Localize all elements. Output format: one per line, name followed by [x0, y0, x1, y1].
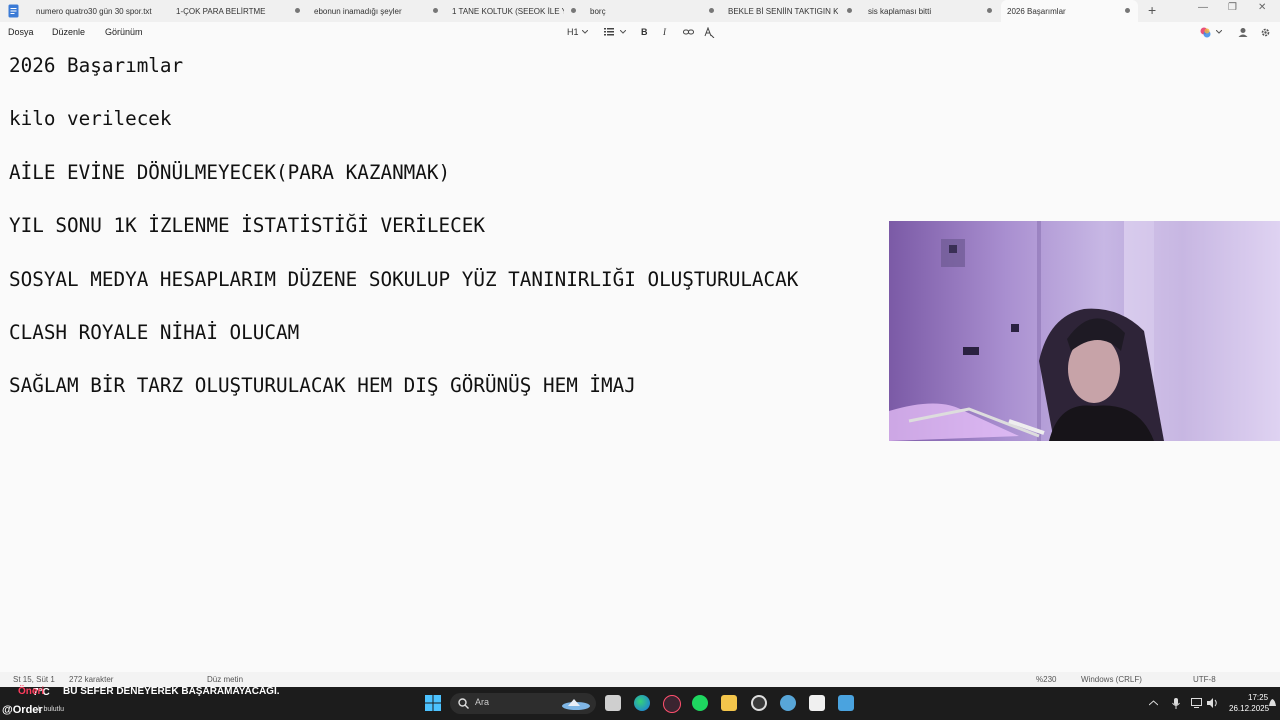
character-count: 272 karakter: [69, 675, 114, 684]
chevron-down-icon: [620, 30, 626, 34]
italic-button[interactable]: I: [663, 27, 666, 37]
file-explorer-icon[interactable]: [721, 695, 737, 711]
document-line: 2026 Başarımlar: [9, 54, 184, 77]
maximize-button[interactable]: ❐: [1228, 2, 1237, 13]
unsaved-dot-icon: [1125, 8, 1130, 13]
tab-cok-para[interactable]: 1-ÇOK PARA BELİRTME: [170, 0, 308, 22]
tab-label: 1-ÇOK PARA BELİRTME: [176, 6, 266, 16]
zoom-level[interactable]: %230: [1036, 675, 1056, 684]
chevron-down-icon: [1216, 30, 1222, 34]
webcam-feed-image: [889, 221, 1280, 441]
tab-2026-basarimlar[interactable]: 2026 Başarımlar: [1001, 0, 1138, 22]
text-format[interactable]: Düz metin: [207, 675, 243, 684]
menu-edit[interactable]: Düzenle: [52, 27, 85, 37]
menu-file[interactable]: Dosya: [8, 27, 34, 37]
clear-formatting-icon[interactable]: [704, 27, 715, 38]
document-line: SAĞLAM BİR TARZ OLUŞTURULACAK HEM DIŞ GÖ…: [9, 374, 636, 397]
tab-label: BEKLE Bİ SENİİN TAKTIGIN KUL: [728, 6, 838, 16]
tab-label: 1 TANE KOLTUK (SEEOK İLE YAI: [452, 6, 564, 16]
encoding[interactable]: UTF-8: [1193, 675, 1216, 684]
steam-icon[interactable]: [751, 695, 767, 711]
windows-start-icon[interactable]: [425, 695, 441, 711]
cursor-position: St 15, Süt 1: [13, 675, 55, 684]
menu-bar: Dosya Düzenle Görünüm H1 B I: [0, 22, 1280, 44]
network-globe-icon[interactable]: [780, 695, 796, 711]
search-placeholder: Ara: [475, 697, 490, 707]
copilot-icon[interactable]: [1200, 27, 1211, 38]
tab-borc[interactable]: borç: [584, 0, 722, 22]
chevron-up-icon[interactable]: [1149, 700, 1158, 706]
tab-label: ebonun inamadığı şeyler: [314, 6, 402, 16]
bold-button[interactable]: B: [641, 27, 648, 37]
speaker-icon[interactable]: [1207, 698, 1218, 708]
document-line: SOSYAL MEDYA HESAPLARIM DÜZENE SOKULUP Y…: [9, 268, 799, 291]
tab-ebonun[interactable]: ebonun inamadığı şeyler: [308, 0, 446, 22]
tab-bekle[interactable]: BEKLE Bİ SENİİN TAKTIGIN KUL: [722, 0, 860, 22]
unsaved-dot-icon: [433, 8, 438, 13]
menu-view[interactable]: Görünüm: [105, 27, 143, 37]
tab-label: borç: [590, 6, 606, 16]
clock-date[interactable]: 26.12.2025: [1229, 704, 1269, 713]
tab-label: sis kaplaması bitti: [868, 6, 932, 16]
minimize-button[interactable]: —: [1198, 2, 1208, 13]
app-window-icon[interactable]: [809, 695, 825, 711]
heading-dropdown[interactable]: H1: [567, 27, 579, 37]
tab-koltuk[interactable]: 1 TANE KOLTUK (SEEOK İLE YAI: [446, 0, 584, 22]
account-icon[interactable]: [1238, 27, 1248, 38]
close-button[interactable]: ✕: [1258, 2, 1266, 13]
weather-description: k bulutlu: [38, 706, 65, 713]
list-icon[interactable]: [604, 28, 614, 36]
search-icon: [458, 698, 469, 709]
notification-bell-icon[interactable]: [1268, 698, 1277, 708]
status-bar: St 15, Süt 1 272 karakter Düz metin %230…: [0, 672, 1280, 687]
tab-bar: numero quatro30 gün 30 spor.txt 1-ÇOK PA…: [0, 0, 1280, 22]
display-icon[interactable]: [1191, 698, 1202, 708]
unsaved-dot-icon: [571, 8, 576, 13]
notepad-taskbar-icon[interactable]: [838, 695, 854, 711]
unsaved-dot-icon: [295, 8, 300, 13]
clock-time[interactable]: 17:25: [1248, 693, 1268, 702]
spotify-icon[interactable]: [692, 695, 708, 711]
line-ending[interactable]: Windows (CRLF): [1081, 675, 1142, 684]
stream-message: BU SEFER DENEYEREK BAŞARAMAYACAĞI.: [63, 686, 280, 697]
tab-sis[interactable]: sis kaplaması bitti: [862, 0, 1000, 22]
tab-label: 2026 Başarımlar: [1007, 6, 1066, 16]
taskbar-search-box[interactable]: Ara: [450, 693, 596, 714]
notepad-icon: [8, 4, 19, 18]
new-tab-button[interactable]: +: [1148, 2, 1156, 18]
stream-handle: @Order: [2, 704, 43, 716]
webcam-overlay: [889, 221, 1280, 441]
opera-browser-icon[interactable]: [663, 695, 681, 713]
microphone-icon[interactable]: [1172, 698, 1180, 709]
document-line: CLASH ROYALE NİHAİ OLUCAM: [9, 321, 300, 344]
unsaved-dot-icon: [709, 8, 714, 13]
task-view-icon[interactable]: [605, 695, 621, 711]
edge-browser-icon[interactable]: [634, 695, 650, 711]
unsaved-dot-icon: [987, 8, 992, 13]
stream-highlight-label: Öneri: [18, 686, 45, 697]
chevron-down-icon: [582, 30, 588, 34]
tab-numero-quatro[interactable]: numero quatro30 gün 30 spor.txt: [30, 0, 170, 22]
document-line: AİLE EVİNE DÖNÜLMEYECEK(PARA KAZANMAK): [9, 161, 451, 184]
tab-label: numero quatro30 gün 30 spor.txt: [36, 6, 152, 16]
document-line: kilo verilecek: [9, 107, 172, 130]
settings-gear-icon[interactable]: [1260, 27, 1271, 38]
search-highlight-icon: [562, 699, 590, 710]
document-line: YIL SONU 1K İZLENME İSTATİSTİĞİ VERİLECE…: [9, 214, 485, 237]
unsaved-dot-icon: [847, 8, 852, 13]
link-icon[interactable]: [683, 28, 694, 37]
